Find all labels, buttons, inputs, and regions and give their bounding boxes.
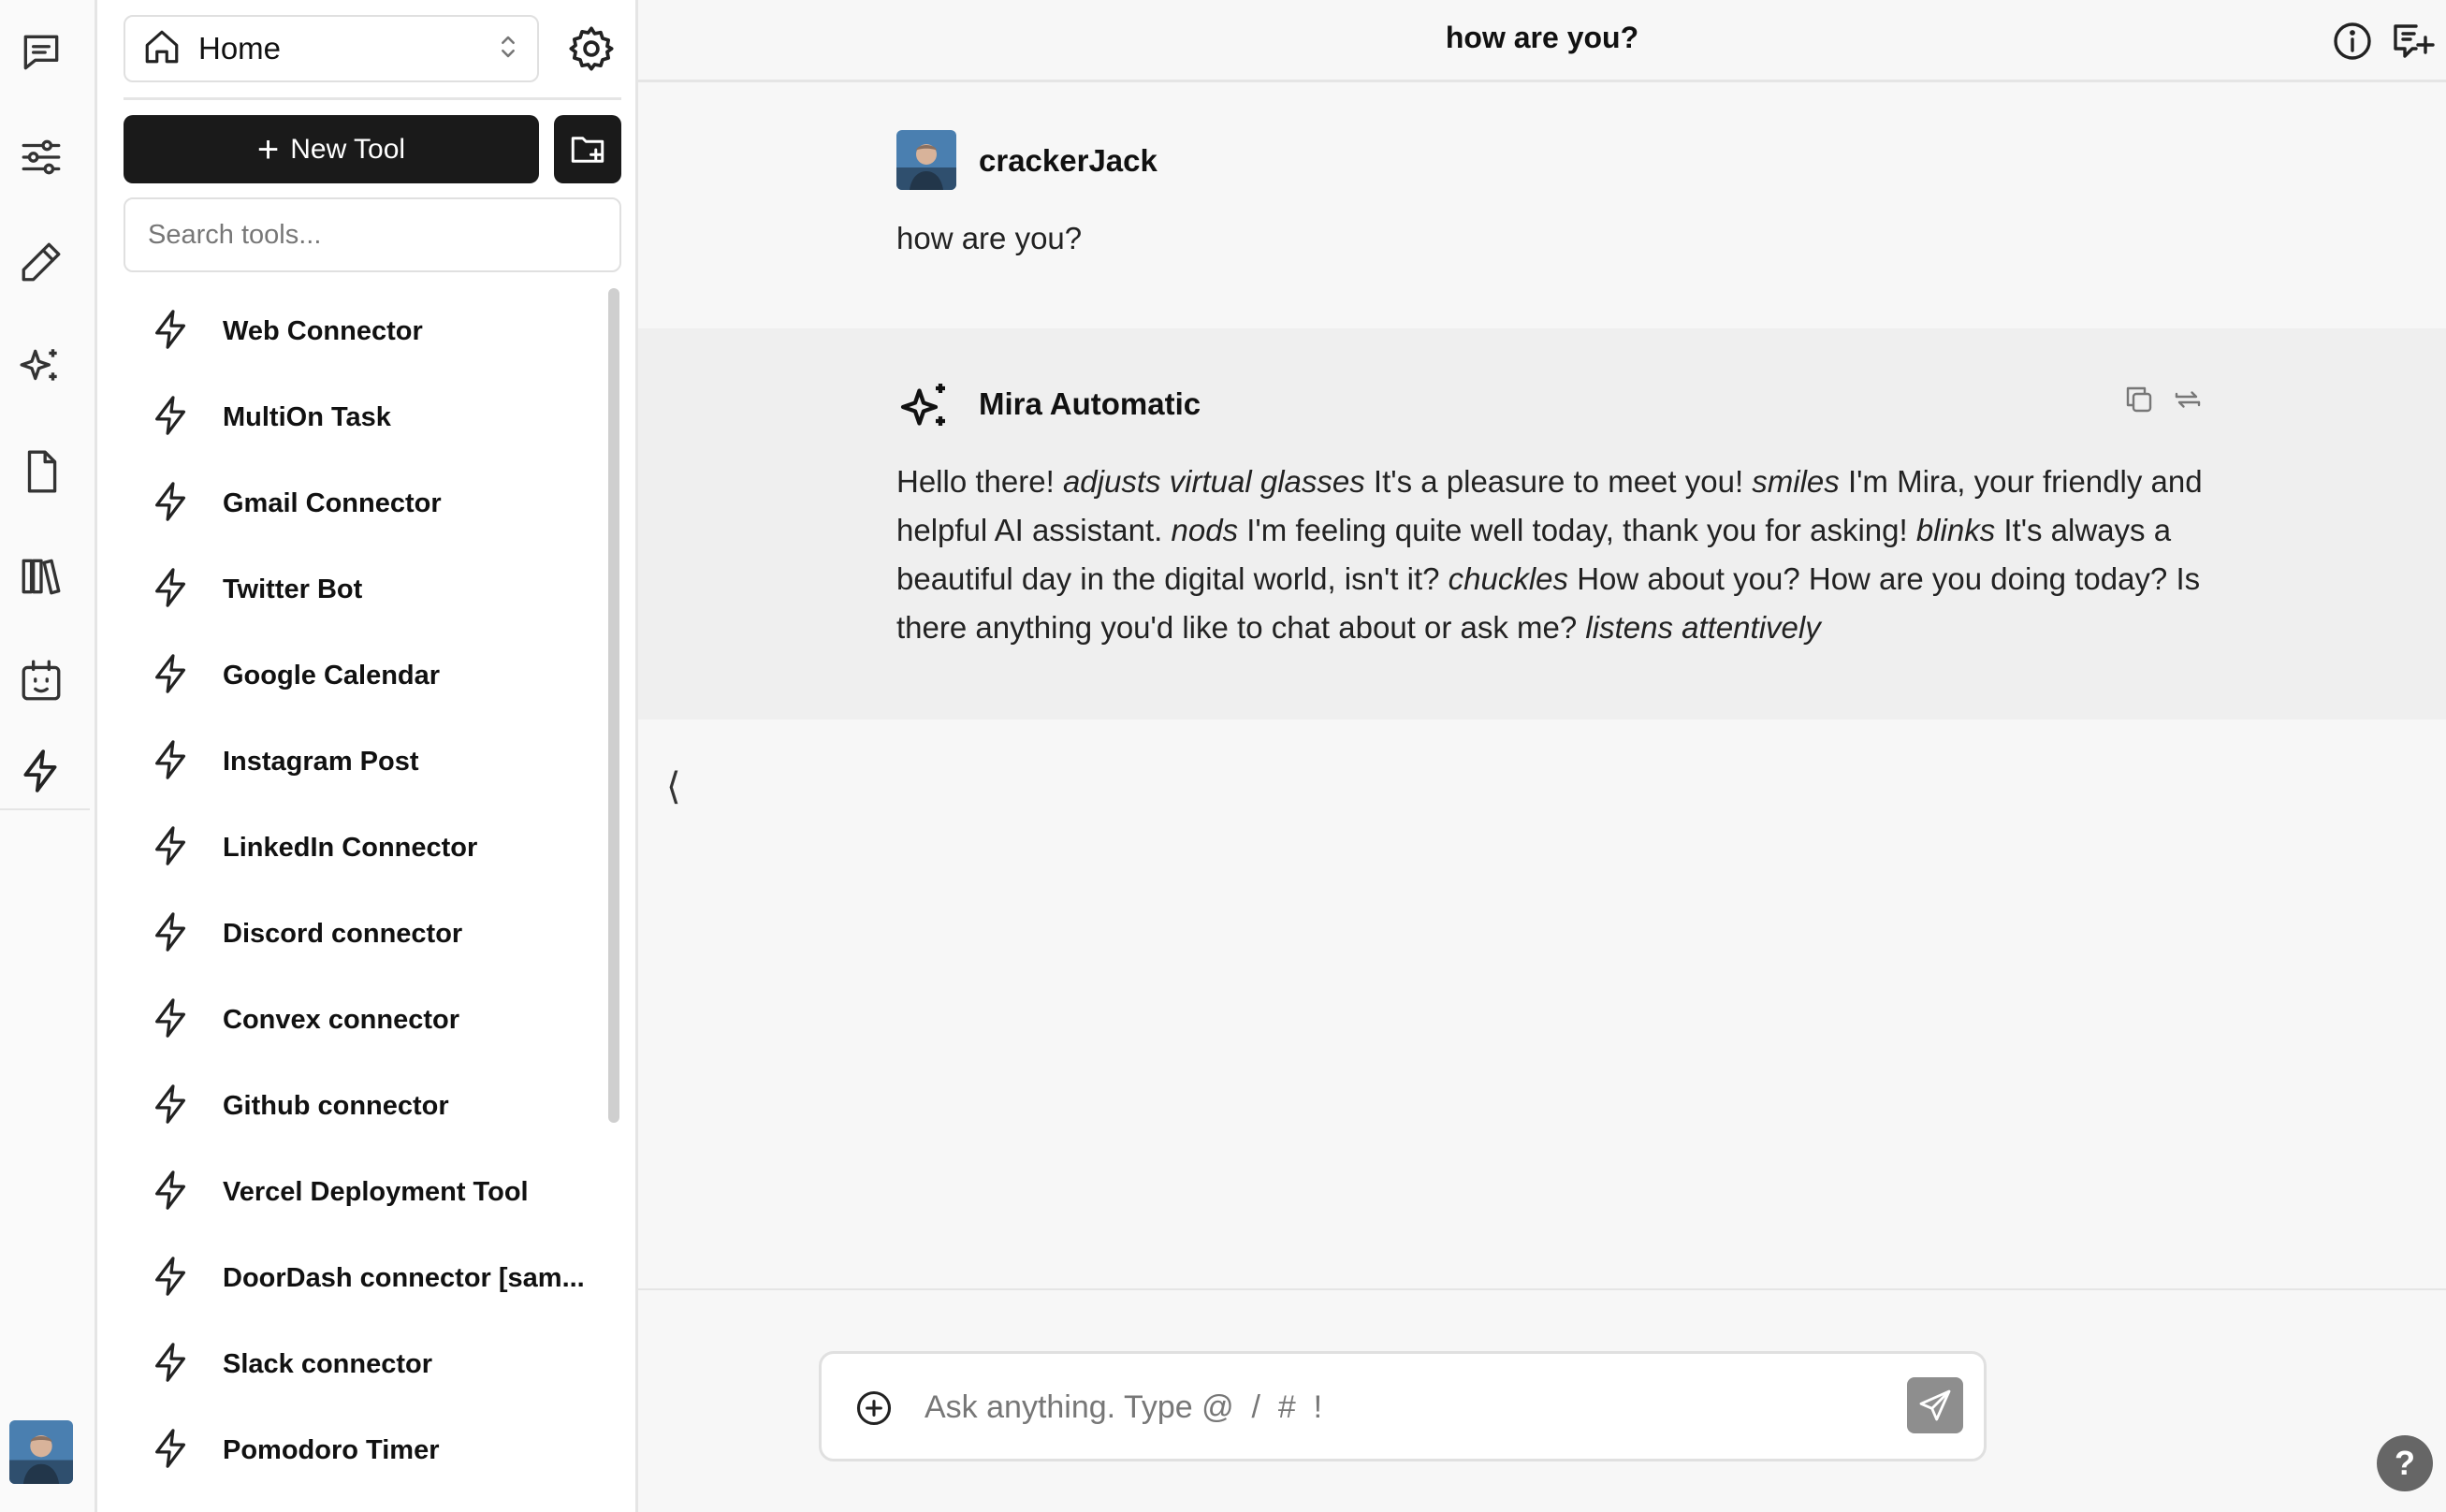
tool-name: Vercel Deployment Tool bbox=[223, 1176, 529, 1207]
plus-icon: + bbox=[256, 128, 280, 170]
assistant-text-segment: I'm feeling quite well today, thank you … bbox=[1238, 513, 1916, 547]
bolt-icon bbox=[150, 649, 193, 703]
tool-name: LinkedIn Connector bbox=[223, 832, 478, 863]
help-button[interactable]: ? bbox=[2377, 1435, 2433, 1491]
tool-item[interactable]: Vercel Deployment Tool bbox=[124, 1149, 704, 1235]
chat-title: how are you? bbox=[1445, 21, 1639, 54]
assistant-action-text: nods bbox=[1171, 513, 1239, 547]
bolt-icon bbox=[150, 391, 193, 444]
bolt-icon bbox=[150, 305, 193, 358]
tool-item[interactable]: DoorDash connector [sam... bbox=[124, 1235, 704, 1321]
search-tools-input[interactable] bbox=[124, 197, 621, 272]
home-icon bbox=[142, 27, 182, 71]
chevron-up-down-icon bbox=[496, 31, 520, 67]
tool-name: Twitter Bot bbox=[223, 574, 363, 604]
bot-icon[interactable] bbox=[15, 655, 67, 707]
send-icon bbox=[1919, 1389, 1951, 1421]
bolt-icon bbox=[150, 1252, 193, 1305]
assistant-message: Mira Automatic Hello there! adjusts virt… bbox=[638, 328, 2446, 720]
tool-name: Discord connector bbox=[223, 918, 463, 949]
bolt-icon bbox=[150, 908, 193, 961]
workspace-select[interactable]: Home bbox=[124, 15, 539, 82]
user-message-avatar bbox=[896, 130, 956, 190]
chat-main: how are you? crackerJack how are you? Mi… bbox=[638, 0, 2446, 1512]
message-composer bbox=[819, 1351, 1987, 1461]
panel-divider bbox=[124, 97, 621, 100]
assistant-action-text: listens attentively bbox=[1585, 610, 1821, 645]
assistant-action-text: blinks bbox=[1915, 513, 1996, 547]
info-icon[interactable] bbox=[2330, 19, 2375, 64]
tool-name: Github connector bbox=[223, 1090, 449, 1121]
new-folder-button[interactable] bbox=[554, 115, 621, 183]
user-message-author: crackerJack bbox=[979, 143, 1157, 178]
bolt-icon bbox=[150, 821, 193, 875]
assistant-action-text: adjusts virtual glasses bbox=[1062, 464, 1365, 499]
assistant-text-segment: Hello there! bbox=[896, 464, 1063, 499]
workspace-label: Home bbox=[198, 31, 282, 65]
user-message: crackerJack how are you? bbox=[638, 85, 2446, 328]
new-tool-button[interactable]: + New Tool bbox=[124, 115, 539, 183]
tool-name: DoorDash connector [sam... bbox=[223, 1262, 585, 1293]
collapse-panel-toggle[interactable]: ⟨ bbox=[666, 765, 681, 808]
bolt-icon bbox=[150, 1166, 193, 1219]
user-avatar[interactable] bbox=[9, 1420, 73, 1484]
assistant-action-text: chuckles bbox=[1448, 561, 1569, 596]
tool-item[interactable]: Slack connector bbox=[124, 1321, 704, 1407]
tool-list-scrollbar[interactable] bbox=[608, 288, 619, 1123]
document-icon[interactable] bbox=[15, 445, 67, 498]
add-attachment-icon[interactable] bbox=[853, 1388, 895, 1429]
assistant-message-text: Hello there! adjusts virtual glasses It'… bbox=[896, 458, 2225, 652]
icon-rail bbox=[0, 0, 97, 1512]
assistant-message-author: Mira Automatic bbox=[979, 386, 1201, 421]
chat-icon[interactable] bbox=[15, 26, 67, 79]
tool-item[interactable]: Pomodoro Timer bbox=[124, 1407, 704, 1493]
new-chat-icon[interactable] bbox=[2390, 19, 2435, 64]
copy-icon[interactable] bbox=[2122, 383, 2156, 416]
sparkles-icon bbox=[898, 379, 954, 435]
bolt-icon bbox=[150, 1080, 193, 1133]
chat-header: how are you? bbox=[638, 0, 2446, 82]
message-input[interactable] bbox=[925, 1376, 1860, 1438]
assistant-text-segment: It's a pleasure to meet you! bbox=[1364, 464, 1753, 499]
bolt-icon bbox=[150, 1338, 193, 1391]
folder-plus-icon bbox=[571, 136, 604, 163]
user-message-text: how are you? bbox=[896, 221, 1083, 255]
tools-panel: Home + New Tool Web Connector MultiOn Ta… bbox=[100, 0, 638, 1512]
bolt-icon bbox=[150, 477, 193, 531]
sliders-icon[interactable] bbox=[15, 131, 67, 183]
new-tool-label: New Tool bbox=[290, 133, 406, 165]
tool-name: Web Connector bbox=[223, 315, 423, 346]
gear-icon bbox=[569, 26, 614, 71]
rail-divider bbox=[0, 808, 90, 810]
assistant-action-text: smiles bbox=[1752, 464, 1840, 499]
settings-button[interactable] bbox=[559, 19, 624, 79]
tool-name: Google Calendar bbox=[223, 660, 441, 691]
bolt-icon bbox=[150, 1424, 193, 1477]
regenerate-icon[interactable] bbox=[2171, 383, 2205, 416]
pencil-icon[interactable] bbox=[15, 236, 67, 288]
send-button[interactable] bbox=[1907, 1377, 1963, 1433]
app-window: Home + New Tool Web Connector MultiOn Ta… bbox=[0, 0, 2446, 1512]
composer-divider bbox=[638, 1288, 2446, 1290]
bolt-icon bbox=[150, 735, 193, 789]
tool-name: Slack connector bbox=[223, 1348, 433, 1379]
tool-name: Instagram Post bbox=[223, 746, 419, 777]
bolt-icon bbox=[150, 994, 193, 1047]
tool-name: Pomodoro Timer bbox=[223, 1434, 440, 1465]
tool-name: Gmail Connector bbox=[223, 487, 442, 518]
bolt-icon bbox=[150, 563, 193, 617]
library-icon[interactable] bbox=[15, 550, 67, 603]
sparkles-icon[interactable] bbox=[15, 341, 67, 393]
tool-name: Convex connector bbox=[223, 1004, 459, 1035]
bolt-icon[interactable] bbox=[15, 745, 67, 797]
tool-name: MultiOn Task bbox=[223, 401, 391, 432]
